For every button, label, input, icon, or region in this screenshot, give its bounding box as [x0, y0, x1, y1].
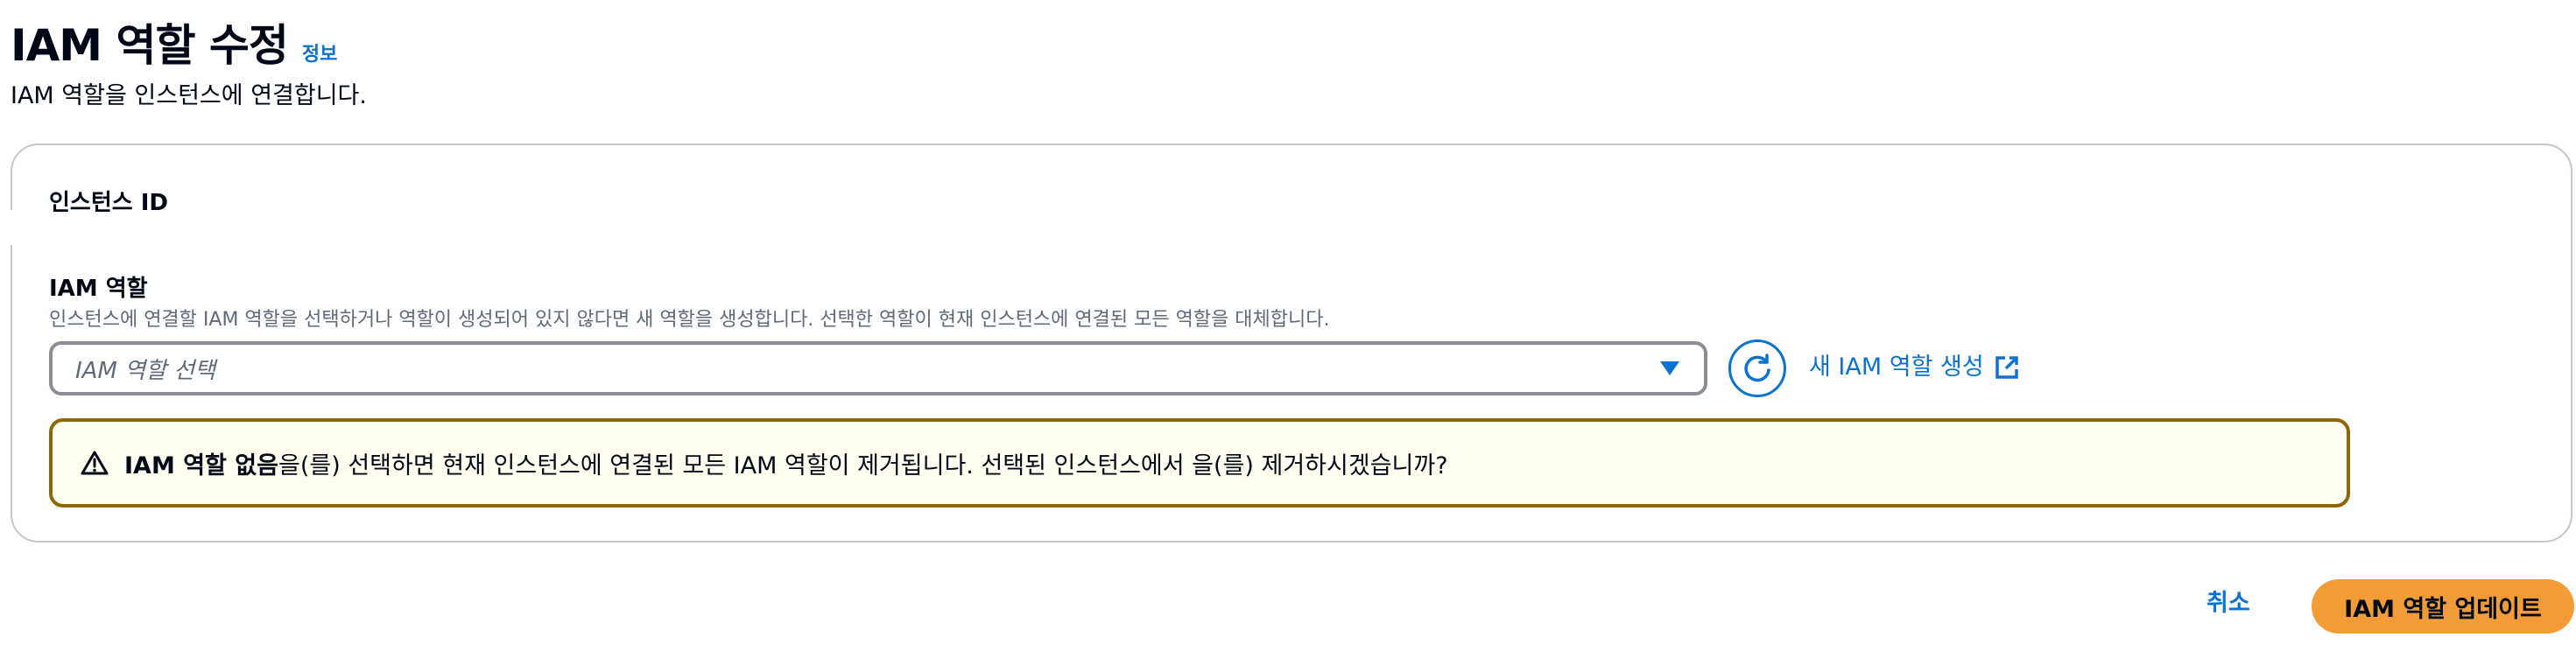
instance-id-label: 인스턴스 ID — [49, 190, 168, 216]
warning-body-text: 을(를) 선택하면 현재 인스턴스에 연결된 모든 IAM 역할이 제거됩니다.… — [278, 452, 1448, 480]
iam-role-label: IAM 역할 — [49, 276, 148, 302]
warning-strong-text: IAM 역할 없음 — [124, 452, 278, 480]
warning-message: IAM 역할 없음을(를) 선택하면 현재 인스턴스에 연결된 모든 IAM 역… — [124, 446, 1448, 480]
refresh-button[interactable] — [1728, 340, 1786, 397]
warning-alert: IAM 역할 없음을(를) 선택하면 현재 인스턴스에 연결된 모든 IAM 역… — [49, 418, 2350, 508]
iam-role-select-placeholder: IAM 역할 선택 — [75, 357, 216, 384]
iam-role-description: 인스턴스에 연결할 IAM 역할을 선택하거나 역할이 생성되어 있지 않다면 … — [49, 309, 1330, 331]
cancel-button[interactable]: 취소 — [2206, 588, 2250, 620]
warning-icon — [81, 450, 109, 476]
create-iam-role-label: 새 IAM 역할 생성 — [1809, 354, 1984, 381]
section-divider — [9, 210, 18, 245]
caret-down-icon — [1660, 361, 1679, 375]
page-description: IAM 역할을 인스턴스에 연결합니다. — [11, 82, 367, 109]
info-link[interactable]: 정보 — [302, 38, 337, 66]
refresh-icon — [1744, 354, 1770, 382]
title-row: IAM 역할 수정 정보 — [11, 19, 337, 72]
iam-role-select[interactable]: IAM 역할 선택 — [49, 341, 1707, 396]
update-iam-role-button[interactable]: IAM 역할 업데이트 — [2312, 579, 2574, 634]
page-title: IAM 역할 수정 — [11, 20, 289, 71]
page-header: IAM 역할 수정 정보 — [11, 19, 337, 72]
create-iam-role-link[interactable]: 새 IAM 역할 생성 — [1809, 352, 2019, 383]
iam-role-form-container: 인스턴스 ID IAM 역할 인스턴스에 연결할 IAM 역할을 선택하거나 역… — [9, 144, 2572, 542]
external-link-icon — [1995, 355, 2019, 380]
